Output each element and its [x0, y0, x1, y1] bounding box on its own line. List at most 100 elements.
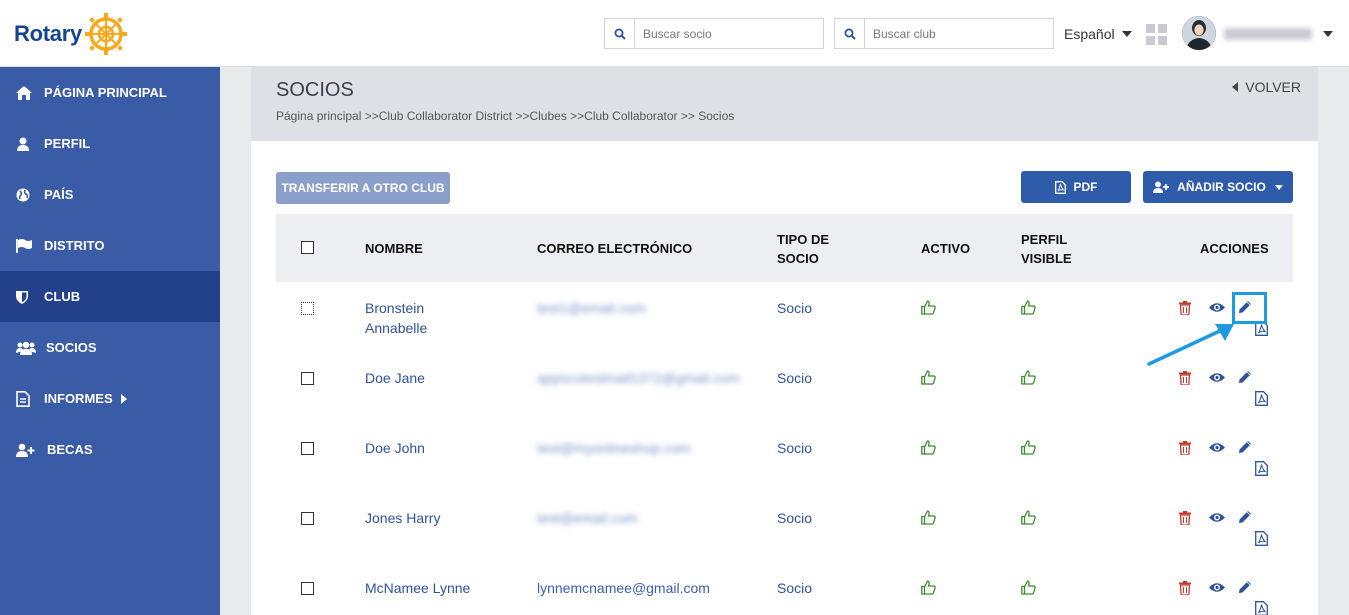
- row-checkbox[interactable]: [301, 302, 314, 315]
- shield-icon: [16, 289, 36, 305]
- sidebar-item-label: PAÍS: [44, 187, 74, 202]
- view-icon[interactable]: [1209, 512, 1225, 523]
- member-name-link[interactable]: McNamee Lynne: [365, 578, 470, 598]
- table-header: NOMBRE CORREO ELECTRÓNICO TIPO DE SOCIO …: [276, 214, 1293, 282]
- language-label: Español: [1064, 26, 1115, 42]
- select-all-checkbox[interactable]: [301, 241, 314, 254]
- edit-pencil-icon[interactable]: [1238, 370, 1252, 384]
- view-icon[interactable]: [1209, 582, 1225, 593]
- breadcrumb[interactable]: Página principal >>Club Collaborator Dis…: [276, 109, 734, 123]
- member-type: Socio: [777, 440, 813, 456]
- member-type: Socio: [777, 510, 813, 526]
- row-checkbox[interactable]: [301, 372, 314, 385]
- transfer-club-button[interactable]: TRANSFERIR A OTRO CLUB: [276, 172, 450, 204]
- row-checkbox[interactable]: [301, 582, 314, 595]
- pdf-export-button[interactable]: PDF: [1021, 171, 1131, 203]
- sidebar-item-label: CLUB: [44, 289, 81, 304]
- search-icon[interactable]: [835, 19, 865, 48]
- column-header-visible-line1: PERFIL: [1021, 232, 1068, 247]
- delete-icon[interactable]: [1179, 371, 1191, 385]
- column-header-visible[interactable]: PERFIL VISIBLE: [1021, 230, 1072, 268]
- user-menu-chevron-icon[interactable]: [1323, 31, 1333, 37]
- search-club-box: [834, 18, 1054, 49]
- member-type: Socio: [777, 300, 813, 316]
- member-name-link[interactable]: Doe Jane: [365, 368, 425, 388]
- row-checkbox[interactable]: [301, 442, 314, 455]
- edit-pencil-icon[interactable]: [1238, 440, 1252, 454]
- sidebar-item-reports[interactable]: INFORMES: [0, 373, 220, 424]
- delete-icon[interactable]: [1179, 581, 1191, 595]
- view-icon[interactable]: [1209, 442, 1225, 453]
- member-type: Socio: [777, 370, 813, 386]
- user-plus-icon: [16, 442, 39, 458]
- caret-left-icon: [1232, 82, 1239, 92]
- edit-pencil-icon[interactable]: [1238, 510, 1252, 524]
- user-icon: [16, 136, 36, 152]
- sidebar-item-label: PERFIL: [44, 136, 91, 151]
- logo-text: Rotary: [14, 21, 82, 46]
- apps-grid-icon[interactable]: [1146, 24, 1167, 45]
- thumbs-up-icon: [1021, 300, 1036, 315]
- pdf-label: PDF: [1073, 180, 1098, 194]
- search-member-input[interactable]: [635, 19, 815, 48]
- row-checkbox[interactable]: [301, 512, 314, 525]
- pdf-icon[interactable]: [1255, 391, 1268, 406]
- page-header: SOCIOS Página principal >>Club Collabora…: [251, 67, 1318, 141]
- sidebar-item-club[interactable]: CLUB: [0, 271, 220, 322]
- page-title: SOCIOS: [276, 79, 354, 101]
- sidebar-item-members[interactable]: SOCIOS: [0, 322, 220, 373]
- back-button[interactable]: VOLVER: [1232, 79, 1301, 95]
- column-header-name[interactable]: NOMBRE: [365, 239, 423, 258]
- user-name-blurred[interactable]: [1224, 28, 1312, 40]
- member-name-line1: Bronstein: [365, 300, 425, 316]
- delete-icon[interactable]: [1179, 301, 1191, 315]
- thumbs-up-icon: [1021, 510, 1036, 525]
- flag-icon: [16, 238, 36, 254]
- sidebar-item-country[interactable]: PAÍS: [0, 169, 220, 220]
- member-name-link[interactable]: Jones Harry: [365, 508, 440, 528]
- view-icon[interactable]: [1209, 372, 1225, 383]
- add-member-button[interactable]: AÑADIR SOCIO: [1143, 171, 1293, 203]
- rotary-logo[interactable]: Rotary: [14, 12, 128, 56]
- chevron-down-icon: [1274, 184, 1283, 190]
- member-type: Socio: [777, 580, 813, 596]
- member-name-link[interactable]: Doe John: [365, 438, 425, 458]
- thumbs-up-icon: [921, 300, 936, 315]
- language-selector[interactable]: Español: [1064, 26, 1132, 42]
- column-header-type[interactable]: TIPO DE SOCIO: [777, 230, 829, 268]
- member-name-link[interactable]: Bronstein Annabelle: [365, 298, 427, 338]
- search-icon[interactable]: [605, 19, 635, 48]
- user-plus-icon: [1153, 181, 1170, 193]
- thumbs-up-icon: [1021, 370, 1036, 385]
- column-header-email[interactable]: CORREO ELECTRÓNICO: [537, 239, 692, 258]
- pdf-icon[interactable]: [1255, 531, 1268, 546]
- column-header-type-line2: SOCIO: [777, 251, 819, 266]
- sidebar-item-label: PÁGINA PRINCIPAL: [44, 85, 167, 100]
- sidebar-item-scholarships[interactable]: BECAS: [0, 424, 220, 475]
- top-bar: Rotary Buscar socio Buscar club Español: [0, 0, 1349, 67]
- avatar[interactable]: [1182, 16, 1216, 50]
- thumbs-up-icon: [921, 580, 936, 595]
- members-card: TRANSFERIR A OTRO CLUB PDF AÑADIR SOCIO …: [251, 141, 1318, 615]
- add-member-label: AÑADIR SOCIO: [1177, 180, 1266, 194]
- delete-icon[interactable]: [1179, 511, 1191, 525]
- sidebar-item-profile[interactable]: PERFIL: [0, 118, 220, 169]
- sidebar-item-district[interactable]: DISTRITO: [0, 220, 220, 271]
- view-icon[interactable]: [1209, 302, 1225, 313]
- transfer-club-label: TRANSFERIR A OTRO CLUB: [281, 181, 445, 195]
- search-club-input[interactable]: [865, 19, 1045, 48]
- member-email: test@email.com: [537, 510, 638, 526]
- table-row: McNamee Lynne lynnemcnamee@gmail.com Soc…: [276, 562, 1293, 615]
- column-header-type-line1: TIPO DE: [777, 232, 830, 247]
- home-icon: [16, 85, 36, 101]
- edit-pencil-icon[interactable]: [1238, 580, 1252, 594]
- pdf-icon[interactable]: [1255, 601, 1268, 615]
- column-header-actions: ACCIONES: [1200, 241, 1269, 256]
- column-header-active[interactable]: ACTIVO: [921, 239, 970, 258]
- member-email: appscotestmail1372@gmail.com: [537, 370, 740, 386]
- pdf-icon[interactable]: [1255, 461, 1268, 476]
- globe-icon: [16, 187, 36, 203]
- thumbs-up-icon: [1021, 440, 1036, 455]
- delete-icon[interactable]: [1179, 441, 1191, 455]
- sidebar-item-home[interactable]: PÁGINA PRINCIPAL: [0, 67, 220, 118]
